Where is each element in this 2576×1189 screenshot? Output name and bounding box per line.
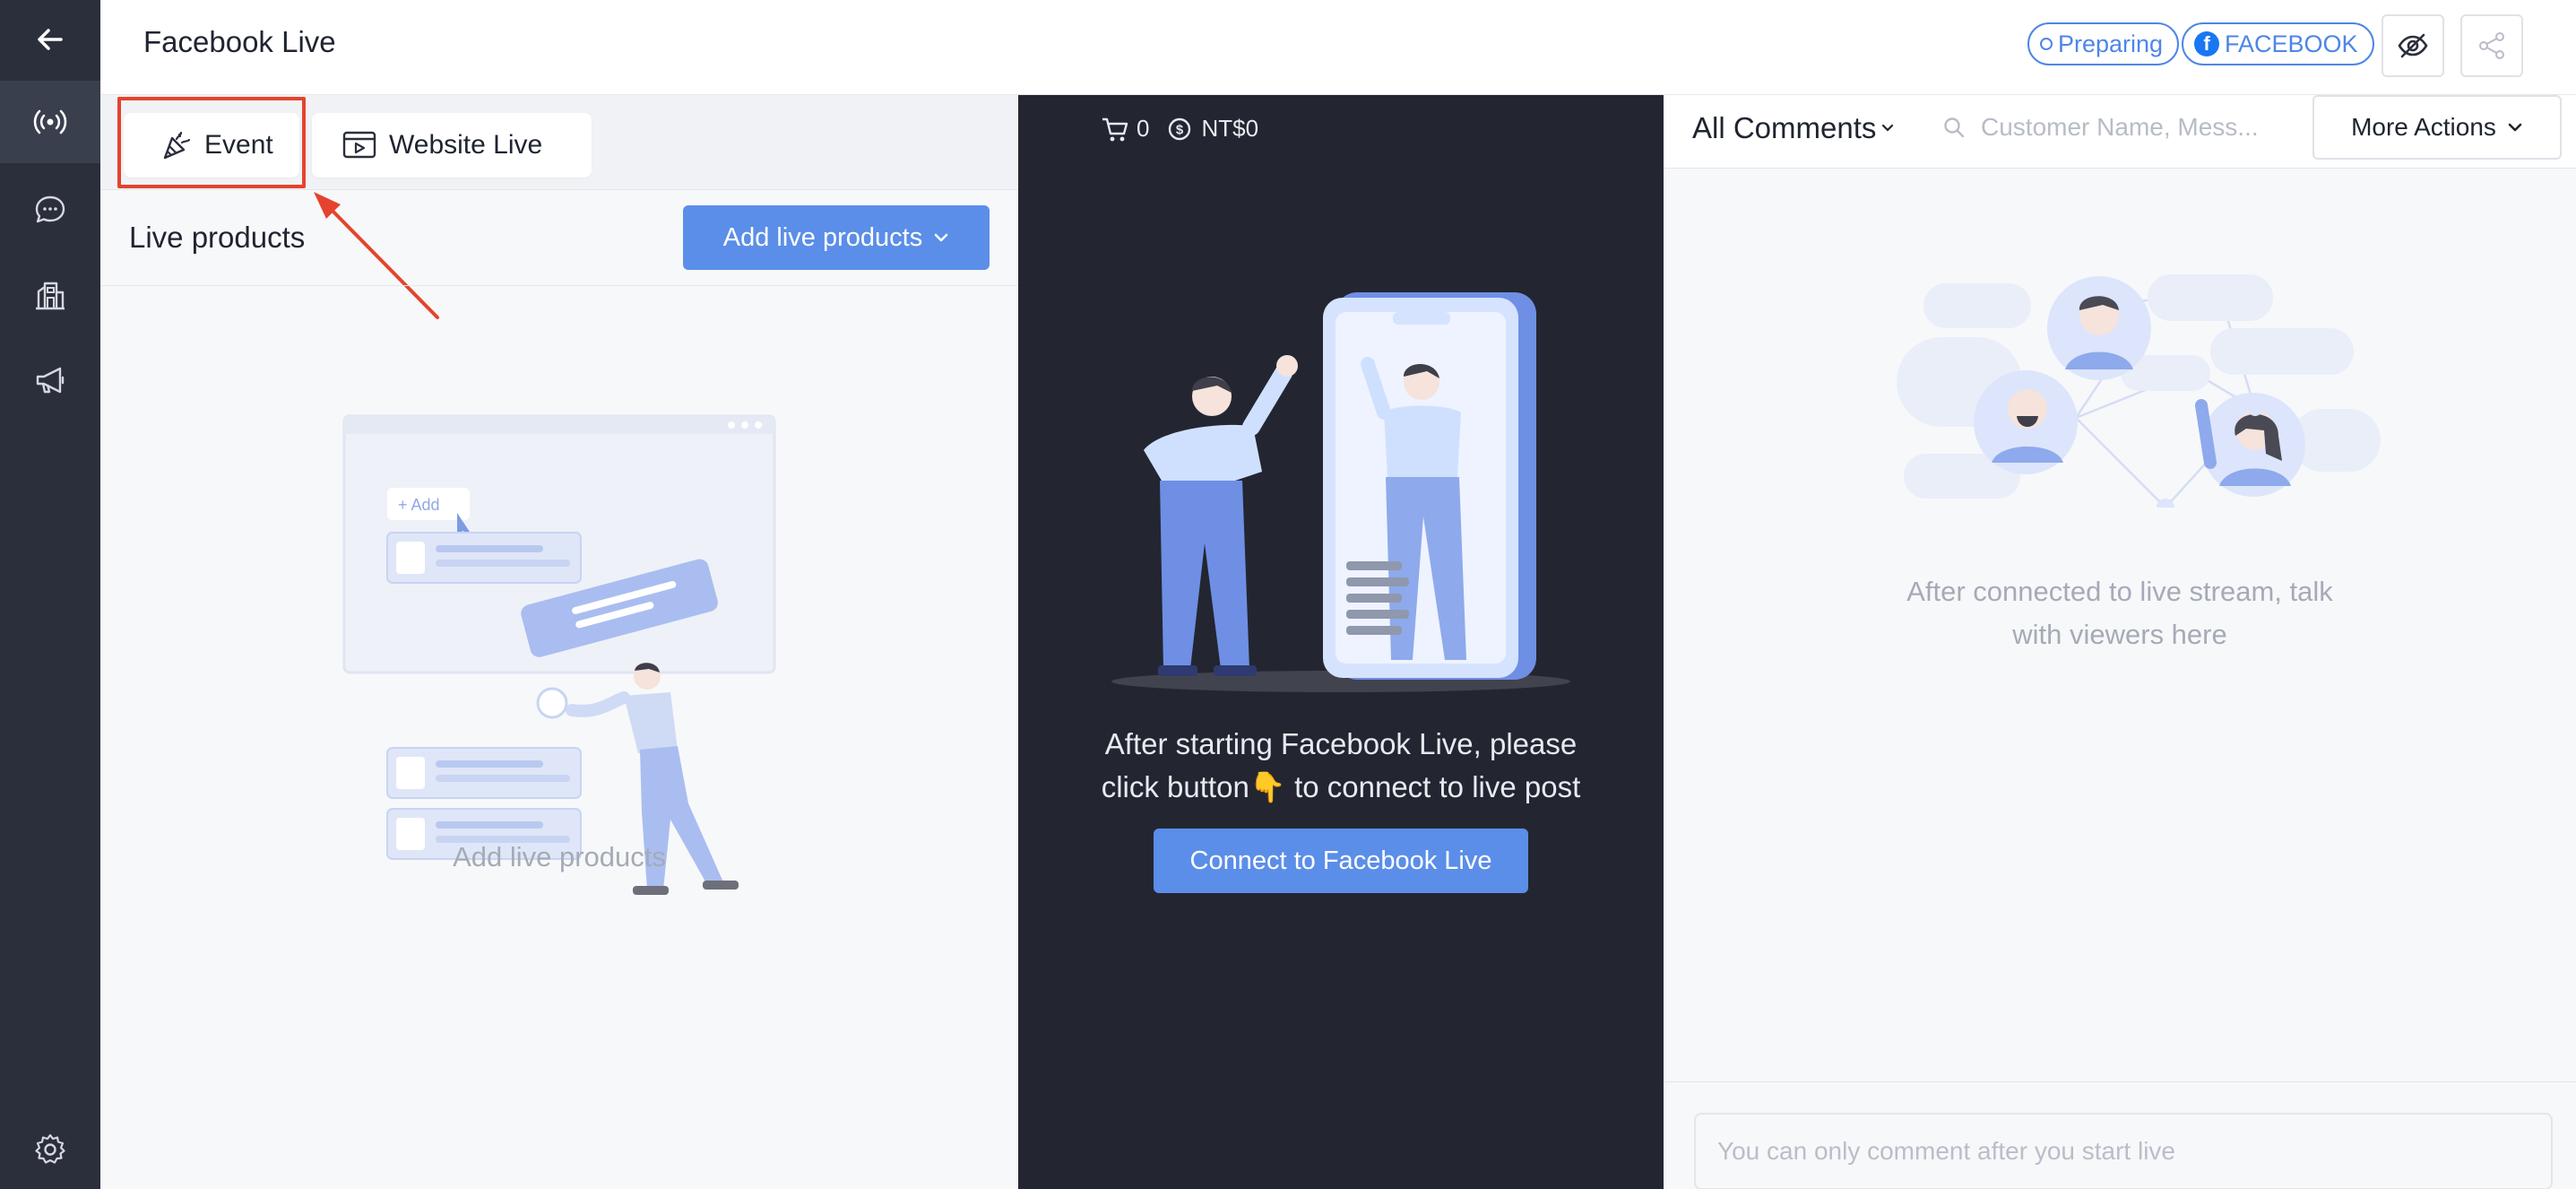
pointing-down-icon: 👇 <box>1249 770 1286 803</box>
products-panel: Event Website Live Live products Add liv… <box>100 95 1018 1189</box>
sidebar-item-marketing[interactable] <box>0 339 100 421</box>
connect-facebook-live-label: Connect to Facebook Live <box>1189 846 1492 875</box>
revenue-amount: NT$0 <box>1201 115 1259 142</box>
comment-search-input[interactable] <box>1981 113 2277 142</box>
arrow-left-icon <box>38 29 63 50</box>
connect-instructions-post: to connect to live post <box>1285 770 1581 803</box>
megaphone-icon <box>36 367 65 394</box>
back-button[interactable] <box>0 0 100 79</box>
tab-highlight-box <box>117 97 306 188</box>
cart-icon <box>1102 117 1128 141</box>
section-title-live-products: Live products <box>129 221 306 254</box>
live-stream-panel: 0 $ NT$0 After starting Facebook Live, p… <box>1018 95 1664 1189</box>
comment-search <box>1941 113 2277 142</box>
facebook-icon: f <box>2194 31 2219 56</box>
add-live-products-label: Add live products <box>722 222 923 252</box>
more-actions-label: More Actions <box>2351 113 2496 141</box>
platform-badge: f FACEBOOK <box>2182 22 2374 65</box>
search-icon <box>1944 117 1965 138</box>
toggle-visibility-button[interactable] <box>2382 14 2444 77</box>
empty-products-text: Add live products <box>453 841 666 872</box>
comments-header: All Comments More Actions <box>1664 95 2576 169</box>
broadcast-icon <box>33 109 67 135</box>
add-live-products-button[interactable]: Add live products <box>683 205 990 270</box>
connect-facebook-live-button[interactable]: Connect to Facebook Live <box>1154 829 1528 893</box>
chevron-down-icon <box>934 233 948 242</box>
sidebar-item-messages[interactable] <box>0 169 100 251</box>
chevron-down-icon <box>1882 124 1894 132</box>
sidebar-item-settings[interactable] <box>0 1108 100 1189</box>
platform-badge-label: FACEBOOK <box>2225 30 2358 57</box>
sidebar-item-store[interactable] <box>0 255 100 337</box>
comment-input[interactable] <box>1694 1113 2553 1189</box>
connect-instructions-line1: After starting Facebook Live, please <box>1104 727 1578 760</box>
comments-empty-line1: After connected to live stream, talk <box>1906 576 2333 607</box>
eye-slash-icon <box>2398 33 2428 58</box>
tab-website-live[interactable]: Website Live <box>312 113 592 178</box>
status-badge: Preparing <box>2027 22 2180 65</box>
status-badge-label: Preparing <box>2058 30 2164 57</box>
comment-composer <box>1664 1081 2576 1189</box>
add-products-illustration: + Add <box>342 414 776 895</box>
store-building-icon <box>36 282 65 310</box>
stream-stats: 0 $ NT$0 <box>1101 115 1258 143</box>
chat-bubble-icon <box>35 195 65 223</box>
comments-empty-text: After connected to live stream, talk wit… <box>1664 570 2576 656</box>
connect-instructions-pre: click button <box>1101 770 1249 803</box>
browser-play-icon <box>342 131 376 159</box>
connect-live-illustration <box>1111 292 1570 692</box>
more-actions-button[interactable]: More Actions <box>2312 95 2562 160</box>
share-icon <box>2479 32 2504 59</box>
top-bar: Facebook Live Preparing f FACEBOOK <box>100 0 2576 95</box>
viewers-chat-illustration <box>1897 274 2381 508</box>
comment-filter-dropdown[interactable]: All Comments <box>1692 111 1894 145</box>
sidebar-item-live[interactable] <box>0 81 100 163</box>
annotation-arrow <box>314 192 439 319</box>
comment-filter-label: All Comments <box>1692 111 1877 144</box>
tab-website-live-label: Website Live <box>389 130 543 160</box>
svg-text:$: $ <box>1176 122 1184 137</box>
page-title: Facebook Live <box>143 25 336 58</box>
dollar-coin-icon: $ <box>1169 117 1191 140</box>
connect-instructions-line2: click button👇 to connect to live post <box>1054 766 1628 809</box>
tab-bar: Event Website Live <box>100 95 1018 190</box>
share-button[interactable] <box>2460 14 2523 77</box>
chevron-down-icon <box>2508 123 2522 132</box>
status-dot-icon <box>2040 38 2053 50</box>
illustration-add-label: + Add <box>398 496 440 514</box>
comments-empty-line2: with viewers here <box>2012 619 2227 650</box>
sidebar <box>0 0 100 1189</box>
cart-count: 0 <box>1137 115 1150 142</box>
connect-instructions: After starting Facebook Live, please cli… <box>1054 723 1628 809</box>
comments-panel: All Comments More Actions <box>1664 95 2576 1189</box>
gear-icon <box>35 1133 65 1164</box>
divider <box>100 285 1018 286</box>
